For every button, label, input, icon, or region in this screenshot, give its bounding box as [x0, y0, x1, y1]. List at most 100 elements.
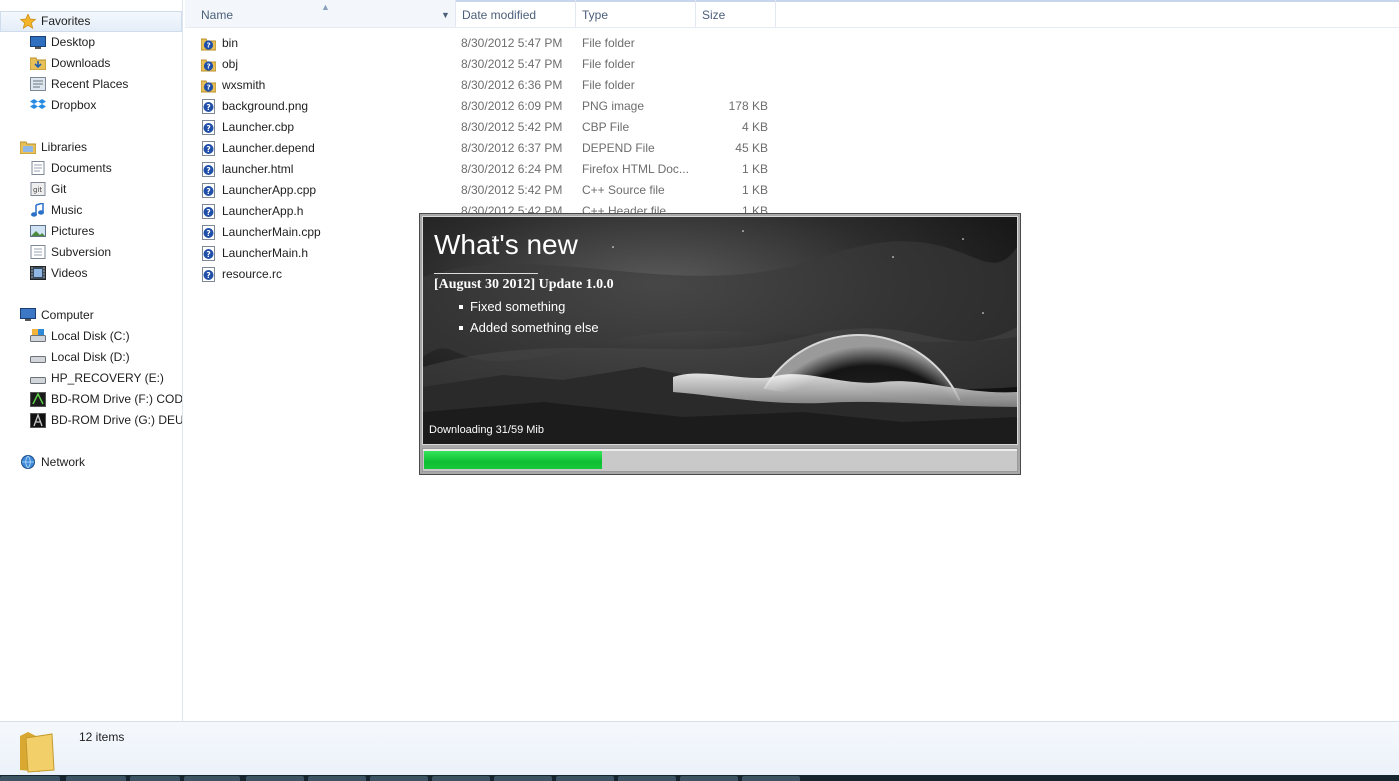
- nav-item-git-label: Git: [51, 182, 67, 196]
- folder-icon: [18, 730, 56, 777]
- file-row[interactable]: ? Launcher.cbp 8/30/2012 5:42 PM CBP File 4 …: [185, 117, 785, 138]
- progress-fill: [424, 451, 602, 469]
- drive-icon: [30, 371, 46, 385]
- unknown-file-icon: ?: [201, 267, 216, 282]
- changelog-item: Added something else: [459, 317, 599, 338]
- nav-item-documents[interactable]: Documents: [0, 158, 182, 178]
- svg-text:?: ?: [206, 208, 210, 217]
- file-type: File folder: [582, 57, 635, 71]
- file-name: resource.rc: [222, 267, 283, 281]
- file-type: CBP File: [582, 120, 630, 134]
- changelog-item: Fixed something: [459, 296, 599, 317]
- file-date: 8/30/2012 6:36 PM: [461, 78, 563, 92]
- nav-item-pictures[interactable]: Pictures: [0, 221, 182, 241]
- taskbar-button[interactable]: [618, 776, 676, 781]
- dropbox-icon: [30, 98, 46, 112]
- taskbar-button[interactable]: [246, 776, 304, 781]
- news-title: What's new: [434, 229, 578, 260]
- taskbar-button[interactable]: [130, 776, 180, 781]
- unknown-file-icon: ?: [201, 120, 216, 135]
- file-row[interactable]: ? bin 8/30/2012 5:47 PM File folder: [185, 33, 785, 54]
- column-type[interactable]: Type: [576, 0, 696, 27]
- nav-item-local-disk-c[interactable]: Local Disk (C:): [0, 326, 182, 346]
- svg-text:?: ?: [206, 145, 210, 154]
- nav-item-music-label: Music: [51, 203, 83, 217]
- unknown-file-icon: ?: [201, 225, 216, 240]
- nav-item-recent-places-label: Recent Places: [51, 77, 129, 91]
- nav-item-local-disk-d[interactable]: Local Disk (D:): [0, 347, 182, 367]
- nav-libraries[interactable]: Libraries: [0, 137, 182, 157]
- column-type-label: Type: [582, 8, 609, 22]
- file-date: 8/30/2012 6:09 PM: [461, 99, 563, 113]
- nav-item-downloads-label: Downloads: [51, 56, 111, 70]
- start-button[interactable]: [0, 776, 60, 781]
- nav-network[interactable]: Network: [0, 452, 182, 472]
- taskbar-button[interactable]: [370, 776, 428, 781]
- column-name[interactable]: Name ▲ ▼: [185, 0, 456, 27]
- file-row[interactable]: ? Launcher.depend 8/30/2012 6:37 PM DEPEND …: [185, 138, 785, 159]
- details-pane: 12 items: [0, 721, 1399, 776]
- svg-text:?: ?: [206, 187, 210, 196]
- taskbar-button[interactable]: [432, 776, 490, 781]
- nav-item-downloads[interactable]: Downloads: [0, 53, 182, 73]
- taskbar-button[interactable]: [308, 776, 366, 781]
- disc-drive-icon: [30, 391, 46, 407]
- drive-icon: [30, 329, 46, 343]
- nav-item-desktop[interactable]: Desktop: [0, 32, 182, 52]
- folder-icon: ?: [200, 57, 217, 72]
- unknown-file-icon: ?: [201, 246, 216, 261]
- column-date-modified[interactable]: Date modified: [456, 0, 576, 27]
- file-type: Firefox HTML Doc...: [582, 162, 689, 176]
- file-name: LauncherApp.cpp: [222, 183, 317, 197]
- nav-item-hp-recovery[interactable]: HP_RECOVERY (E:): [0, 368, 182, 388]
- nav-item-bd-rom-f[interactable]: BD-ROM Drive (F:) COD4: [0, 389, 182, 409]
- nav-computer[interactable]: Computer: [0, 305, 182, 325]
- file-size: 1 KB: [741, 162, 768, 176]
- file-name: LauncherMain.h: [222, 246, 309, 260]
- chevron-down-icon[interactable]: ▼: [441, 0, 450, 30]
- star-icon: [20, 13, 36, 29]
- recent-places-icon: [30, 77, 46, 91]
- nav-item-bd-rom-g-label: BD-ROM Drive (G:) DEUS: [51, 413, 182, 427]
- nav-item-bd-rom-g[interactable]: BD-ROM Drive (G:) DEUS: [0, 410, 182, 430]
- taskbar-button[interactable]: [680, 776, 738, 781]
- svg-text:?: ?: [206, 271, 210, 280]
- file-size: 45 KB: [735, 141, 768, 155]
- nav-favorites[interactable]: Favorites: [0, 11, 182, 31]
- taskbar-button[interactable]: [742, 776, 800, 781]
- folder-icon: ?: [200, 78, 217, 93]
- file-row[interactable]: ? launcher.html 8/30/2012 6:24 PM Firefox H…: [185, 159, 785, 180]
- nav-item-local-disk-d-label: Local Disk (D:): [51, 350, 130, 364]
- taskbar-button[interactable]: [66, 776, 126, 781]
- taskbar-button[interactable]: [556, 776, 614, 781]
- file-name: bin: [222, 36, 239, 50]
- file-date: 8/30/2012 6:37 PM: [461, 141, 563, 155]
- nav-item-music[interactable]: Music: [0, 200, 182, 220]
- file-row[interactable]: ? obj 8/30/2012 5:47 PM File folder: [185, 54, 785, 75]
- nav-item-dropbox[interactable]: Dropbox: [0, 95, 182, 115]
- file-size: 1 KB: [741, 183, 768, 197]
- file-name: launcher.html: [222, 162, 294, 176]
- svg-text:?: ?: [206, 229, 210, 238]
- pictures-icon: [30, 224, 46, 238]
- taskbar-button[interactable]: [184, 776, 240, 781]
- file-row[interactable]: ? wxsmith 8/30/2012 6:36 PM File folder: [185, 75, 785, 96]
- git-icon: git: [30, 182, 46, 196]
- column-size[interactable]: Size: [696, 0, 776, 27]
- file-date: 8/30/2012 5:47 PM: [461, 57, 563, 71]
- taskbar: [0, 775, 1399, 781]
- nav-item-git[interactable]: git Git: [0, 179, 182, 199]
- nav-network-label: Network: [41, 455, 86, 469]
- nav-item-subversion[interactable]: Subversion: [0, 242, 182, 262]
- svg-text:?: ?: [207, 63, 211, 71]
- nav-item-videos[interactable]: Videos: [0, 263, 182, 283]
- file-row[interactable]: ? background.png 8/30/2012 6:09 PM PNG imag…: [185, 96, 785, 117]
- nav-item-recent-places[interactable]: Recent Places: [0, 74, 182, 94]
- file-row[interactable]: ? LauncherApp.cpp 8/30/2012 5:42 PM C++ Sou…: [185, 180, 785, 201]
- subversion-icon: [30, 245, 46, 259]
- svg-text:?: ?: [206, 166, 210, 175]
- nav-item-subversion-label: Subversion: [51, 245, 112, 259]
- file-type: File folder: [582, 78, 635, 92]
- update-heading: [August 30 2012] Update 1.0.0: [434, 277, 614, 292]
- taskbar-button[interactable]: [494, 776, 552, 781]
